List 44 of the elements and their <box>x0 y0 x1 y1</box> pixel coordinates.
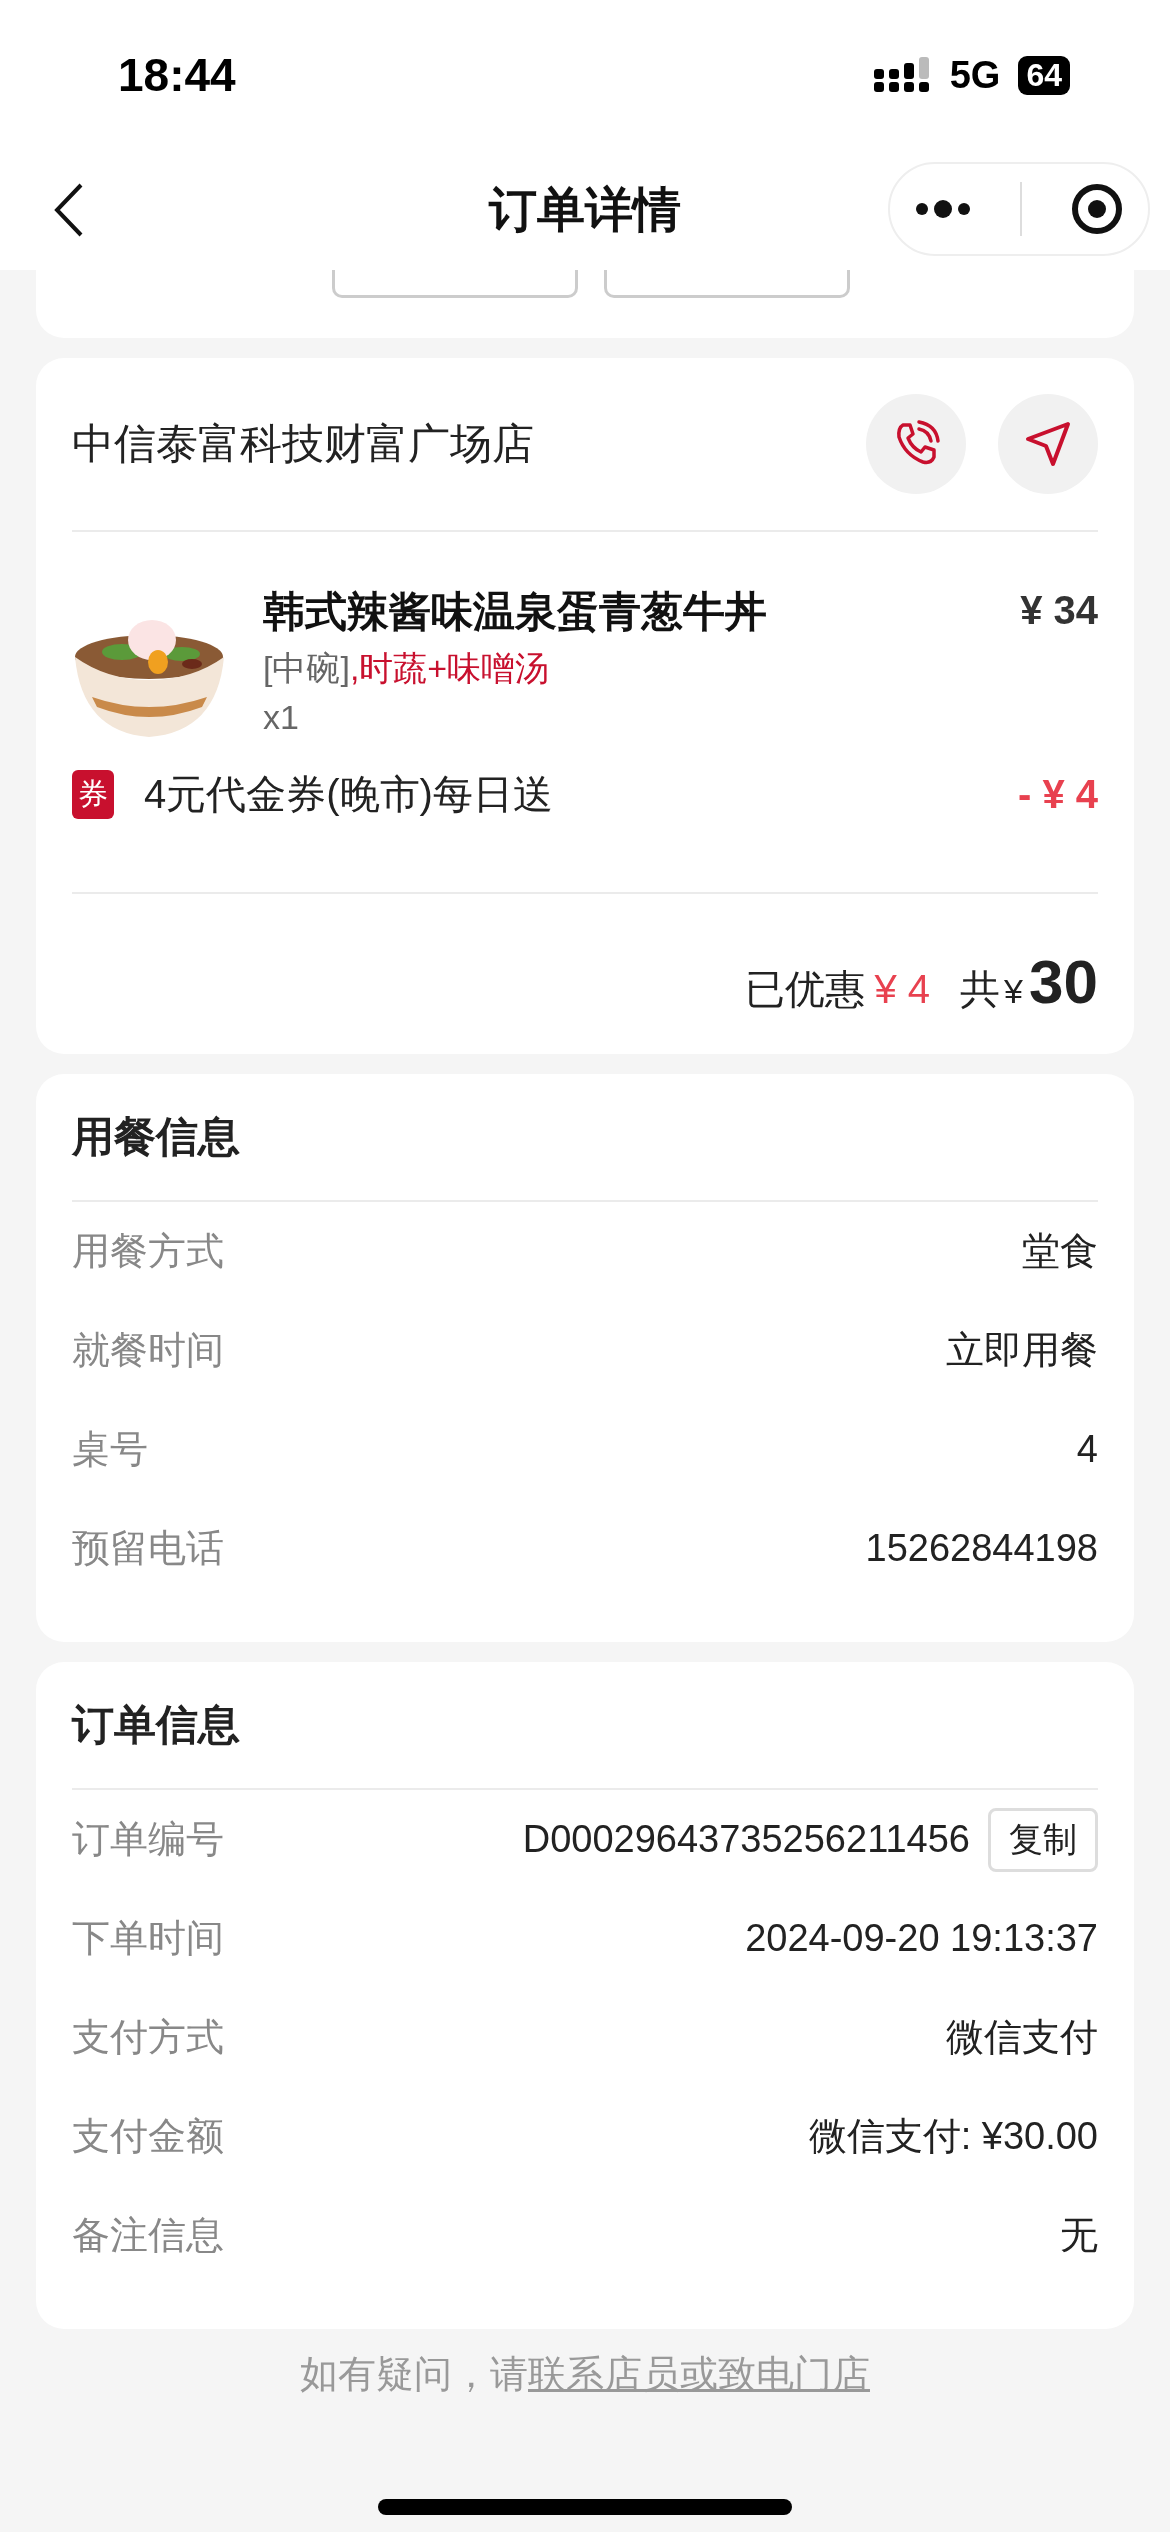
row-label: 用餐方式 <box>72 1229 225 1274</box>
dish-price: ¥ 34 <box>1020 588 1098 633</box>
total-amount: 30 <box>1029 946 1098 1017</box>
close-icon[interactable] <box>1070 182 1124 236</box>
coupon-name: 4元代金券(晚市)每日送 <box>144 770 554 818</box>
discount-amount: ¥ 4 <box>874 967 931 1012</box>
row-value: 堂食 <box>1022 1229 1098 1274</box>
signal-icon <box>873 57 932 93</box>
coupon-amount: - ¥ 4 <box>1017 771 1098 817</box>
row-value: 微信支付 <box>946 2015 1098 2060</box>
more-icon[interactable] <box>914 199 972 219</box>
section-title: 用餐信息 <box>72 1112 241 1162</box>
row-value: 4 <box>1076 1428 1098 1471</box>
row-label: 支付方式 <box>72 2015 225 2060</box>
section-title: 订单信息 <box>72 1700 241 1750</box>
coupon-badge: 券 <box>72 769 114 819</box>
row-label: 桌号 <box>72 1427 149 1472</box>
row-value: 2024-09-20 19:13:37 <box>745 1917 1098 1960</box>
dish-name: 韩式辣酱味温泉蛋青葱牛丼 <box>263 587 768 637</box>
row-label: 就餐时间 <box>72 1328 225 1373</box>
row-value: 15262844198 <box>865 1527 1098 1570</box>
dish-quantity: x1 <box>263 698 300 737</box>
status-time: 18:44 <box>118 48 236 102</box>
row-value: 微信支付: ¥30.00 <box>808 2114 1098 2159</box>
row-label: 预留电话 <box>72 1526 225 1571</box>
currency-sign: ¥ <box>1004 972 1024 1011</box>
discount-label: 已优惠 <box>744 966 865 1013</box>
help-text: 如有疑问，请 <box>300 2353 528 2395</box>
row-value: 无 <box>1060 2213 1098 2258</box>
row-label: 下单时间 <box>72 1916 225 1961</box>
row-label: 支付金额 <box>72 2114 225 2159</box>
row-value: 立即用餐 <box>946 1328 1098 1373</box>
battery-icon: 64 <box>1018 55 1070 95</box>
back-icon[interactable] <box>54 183 84 237</box>
total-label: 共 <box>960 966 1001 1013</box>
row-label: 订单编号 <box>72 1817 225 1862</box>
network-label: 5G <box>949 53 1001 97</box>
copy-button[interactable]: 复制 <box>988 1807 1098 1872</box>
page-title: 订单详情 <box>489 182 681 238</box>
store-name: 中信泰富科技财富广场店 <box>72 419 535 469</box>
dish-options: [中碗],时蔬+味噌汤 <box>263 646 1021 692</box>
navigation-icon <box>1023 419 1073 469</box>
row-value: D00029643735256211456 <box>522 1818 970 1861</box>
row-label: 备注信息 <box>72 2213 225 2258</box>
